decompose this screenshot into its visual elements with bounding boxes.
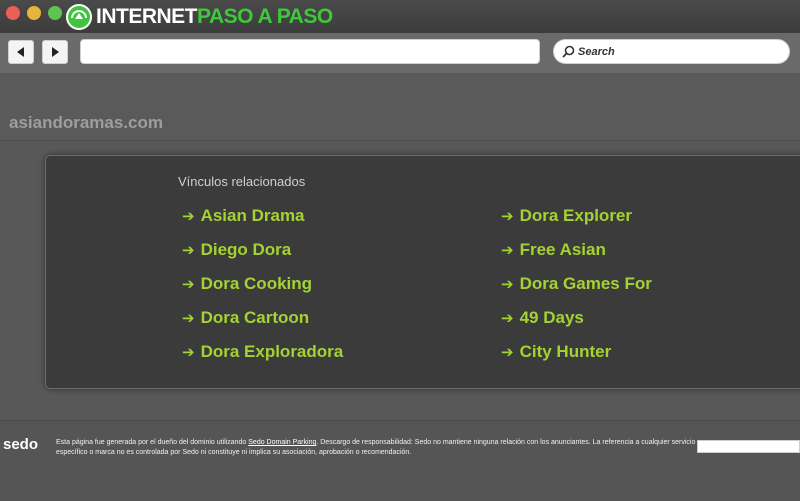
footer-input[interactable] [697, 440, 800, 453]
related-links-panel: Vínculos relacionados ➔ Asian Drama ➔ Dieg… [45, 155, 800, 389]
forward-arrow-icon [52, 47, 59, 57]
arrow-right-icon: ➔ [501, 242, 514, 259]
related-link[interactable]: ➔ Dora Games For [501, 274, 652, 294]
related-link[interactable]: ➔ Asian Drama [182, 206, 305, 226]
related-links-heading: Vínculos relacionados [178, 174, 306, 189]
arrow-right-icon: ➔ [501, 344, 514, 361]
related-link[interactable]: ➔ 49 Days [501, 308, 584, 328]
window-titlebar: InternetPaso a Paso [0, 0, 800, 33]
back-arrow-icon [17, 47, 24, 57]
arrow-right-icon: ➔ [182, 310, 195, 327]
link-label: Dora Explorer [519, 206, 633, 225]
arrow-right-icon: ➔ [182, 242, 195, 259]
link-label: Dora Cartoon [200, 308, 310, 327]
related-link[interactable]: ➔ Diego Dora [182, 240, 291, 260]
footer-disclaimer: Esta página fue generada por el dueño de… [56, 438, 696, 457]
arrow-right-icon: ➔ [501, 276, 514, 293]
page-footer: sedo Esta página fue generada por el due… [0, 420, 800, 501]
link-label: Dora Cooking [200, 274, 313, 293]
related-link[interactable]: ➔ City Hunter [501, 342, 611, 362]
arrow-right-icon: ➔ [501, 208, 514, 225]
link-label: Free Asian [519, 240, 606, 259]
related-link[interactable]: ➔ Free Asian [501, 240, 606, 260]
arrow-right-icon: ➔ [501, 310, 514, 327]
arrow-right-icon: ➔ [182, 208, 195, 225]
brand-logo-icon [66, 4, 92, 30]
browser-toolbar: Search [0, 33, 800, 74]
brand-text-part1: Internet [96, 5, 198, 28]
back-button[interactable] [8, 40, 34, 64]
brand-watermark: InternetPaso a Paso [66, 3, 333, 31]
footer-text-before: Esta página fue generada por el dueño de… [56, 439, 249, 446]
search-icon [562, 45, 575, 58]
arrow-right-icon: ➔ [182, 276, 195, 293]
link-label: Asian Drama [200, 206, 305, 225]
related-link[interactable]: ➔ Dora Cooking [182, 274, 312, 294]
forward-button[interactable] [42, 40, 68, 64]
close-window-button[interactable] [6, 6, 20, 20]
brand-text-part2: Paso a Paso [197, 5, 333, 28]
link-label: City Hunter [519, 342, 612, 361]
related-link[interactable]: ➔ Dora Exploradora [182, 342, 343, 362]
zoom-window-button[interactable] [48, 6, 62, 20]
search-input[interactable]: Search [553, 39, 790, 64]
link-label: Diego Dora [200, 240, 292, 259]
search-placeholder: Search [578, 45, 615, 58]
arrow-right-icon: ➔ [182, 344, 195, 361]
url-input[interactable] [80, 39, 540, 64]
minimize-window-button[interactable] [27, 6, 41, 20]
link-label: 49 Days [519, 308, 584, 327]
site-domain: asiandoramas.com [9, 113, 164, 132]
related-link[interactable]: ➔ Dora Explorer [501, 206, 632, 226]
link-label: Dora Exploradora [200, 342, 344, 361]
link-label: Dora Games For [519, 274, 652, 293]
sedo-logo: sedo [3, 436, 39, 453]
site-header: asiandoramas.com [0, 73, 800, 141]
sedo-domain-parking-link[interactable]: Sedo Domain Parking [248, 439, 316, 446]
related-link[interactable]: ➔ Dora Cartoon [182, 308, 309, 328]
